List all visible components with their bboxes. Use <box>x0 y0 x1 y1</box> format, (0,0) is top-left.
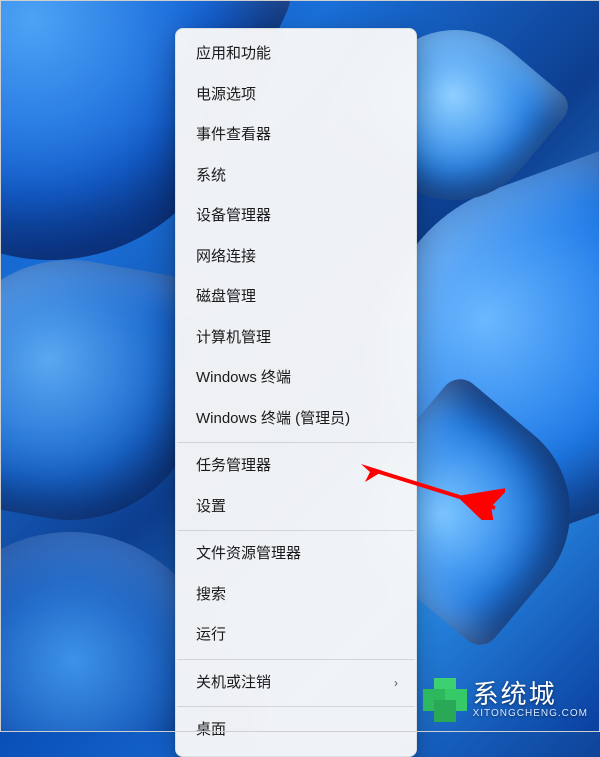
menu-network-connections[interactable]: 网络连接 <box>176 237 416 278</box>
menu-item-label: 网络连接 <box>196 246 256 269</box>
menu-item-label: 磁盘管理 <box>196 286 256 309</box>
menu-item-label: 应用和功能 <box>196 43 271 66</box>
winx-context-menu[interactable]: 应用和功能电源选项事件查看器系统设备管理器网络连接磁盘管理计算机管理 Window… <box>175 28 417 757</box>
menu-device-manager[interactable]: 设备管理器 <box>176 196 416 237</box>
menu-item-label: 设备管理器 <box>196 205 271 228</box>
menu-system[interactable]: 系统 <box>176 156 416 197</box>
menu-item-label: 关机或注销 <box>196 672 271 695</box>
menu-item-label: 计算机管理 <box>196 327 271 350</box>
menu-item-label: 运行 <box>196 624 226 647</box>
menu-settings[interactable]: 设置 <box>176 487 416 528</box>
menu-event-viewer[interactable]: 事件查看器 <box>176 115 416 156</box>
menu-item-label: 事件查看器 <box>196 124 271 147</box>
menu-run[interactable]: 运行 <box>176 615 416 656</box>
menu-windows-terminal-admin[interactable]: Windows 终端 (管理员) <box>176 399 416 440</box>
menu-item-label: 文件资源管理器 <box>196 543 301 566</box>
menu-item-label: 任务管理器 <box>196 455 271 478</box>
menu-power-options[interactable]: 电源选项 <box>176 75 416 116</box>
menu-separator <box>177 706 415 707</box>
menu-item-label: 桌面 <box>196 719 226 742</box>
watermark-logo-icon <box>423 678 467 722</box>
menu-disk-management[interactable]: 磁盘管理 <box>176 277 416 318</box>
menu-computer-management[interactable]: 计算机管理 <box>176 318 416 359</box>
menu-file-explorer[interactable]: 文件资源管理器 <box>176 534 416 575</box>
menu-windows-terminal[interactable]: Windows 终端 <box>176 358 416 399</box>
menu-item-label: Windows 终端 <box>196 367 291 390</box>
menu-item-label: 搜索 <box>196 584 226 607</box>
menu-task-manager[interactable]: 任务管理器 <box>176 446 416 487</box>
watermark-title: 系统城 <box>473 681 588 707</box>
menu-shutdown-signout[interactable]: 关机或注销 › <box>176 663 416 704</box>
watermark: 系统城 XITONGCHENG.COM <box>423 678 588 722</box>
chevron-right-icon: › <box>394 674 398 692</box>
menu-separator <box>177 659 415 660</box>
menu-search[interactable]: 搜索 <box>176 575 416 616</box>
menu-apps-features[interactable]: 应用和功能 <box>176 34 416 75</box>
watermark-subtitle: XITONGCHENG.COM <box>473 709 588 719</box>
menu-item-label: 电源选项 <box>196 84 256 107</box>
menu-separator <box>177 442 415 443</box>
menu-separator <box>177 530 415 531</box>
menu-item-label: Windows 终端 (管理员) <box>196 408 350 431</box>
menu-item-label: 系统 <box>196 165 226 188</box>
menu-desktop[interactable]: 桌面 <box>176 710 416 751</box>
menu-item-label: 设置 <box>196 496 226 519</box>
